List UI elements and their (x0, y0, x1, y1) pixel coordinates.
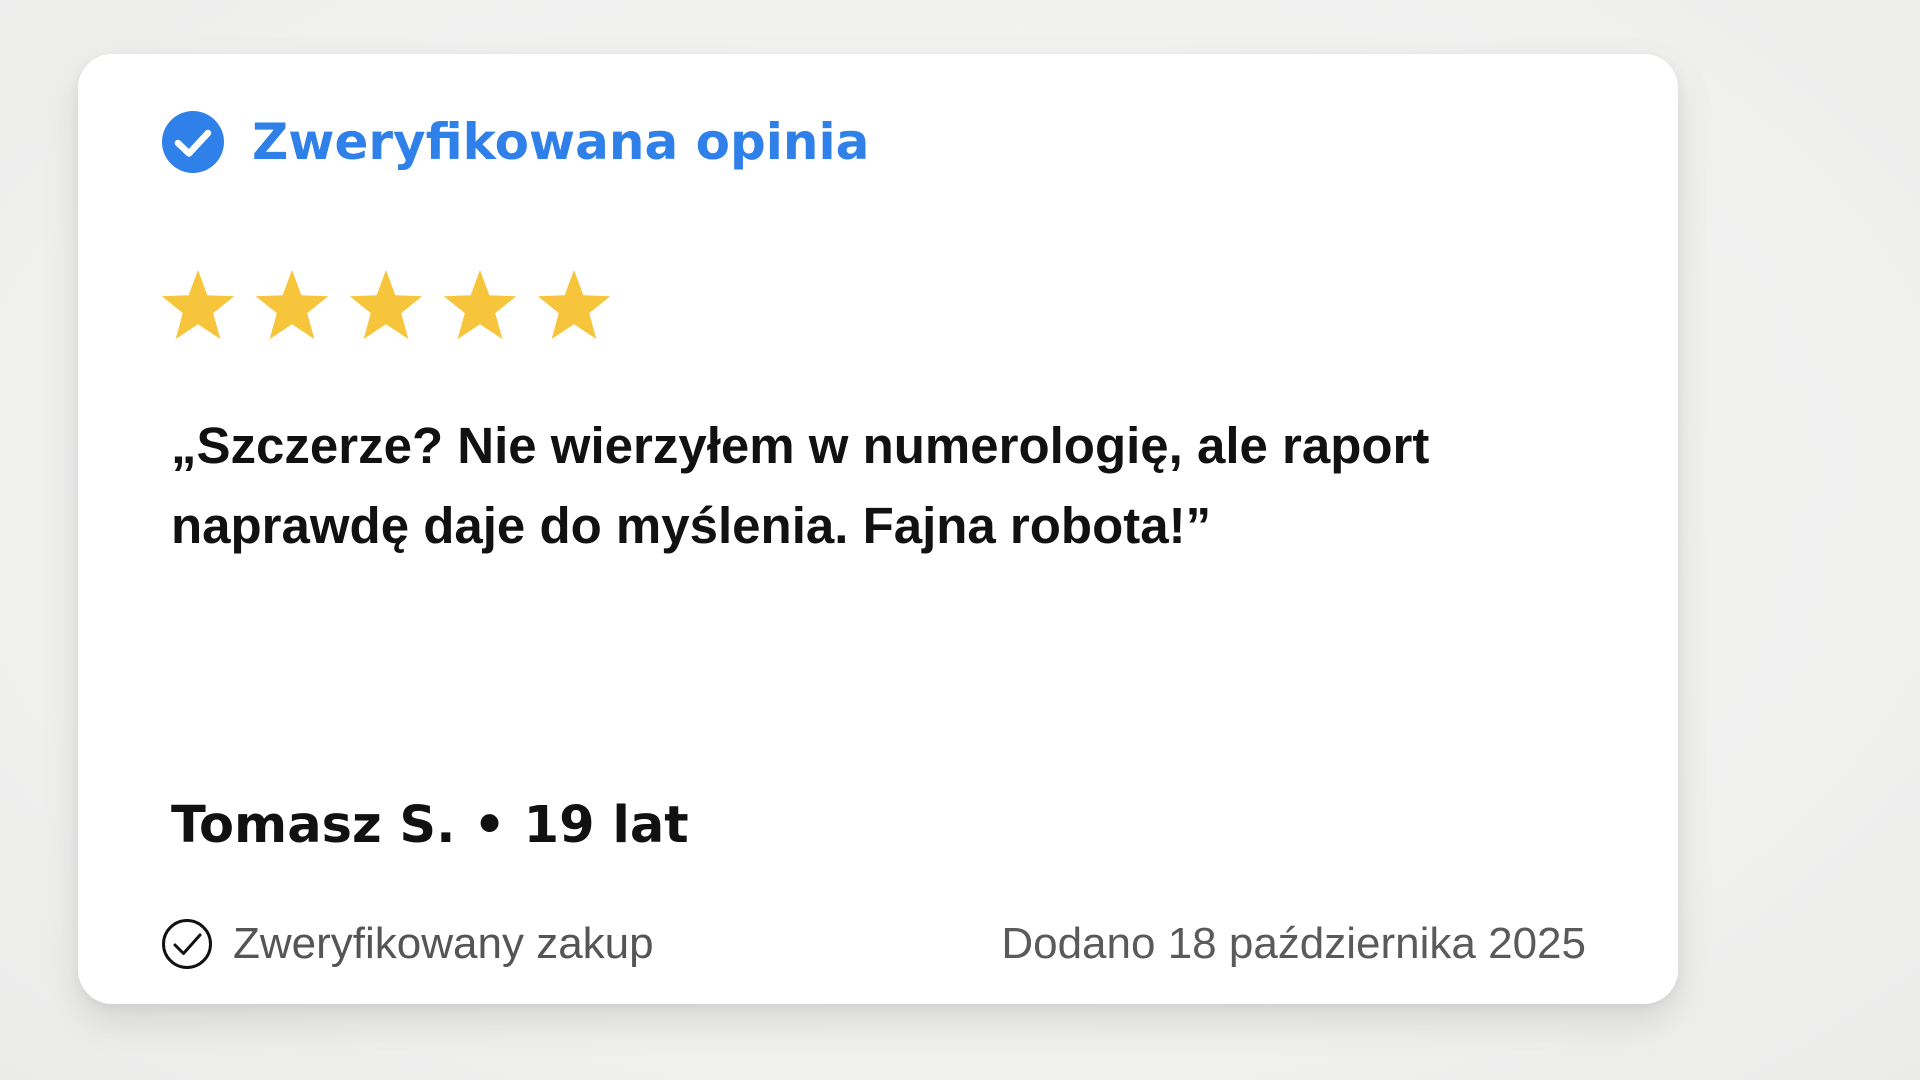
star-icon (443, 270, 517, 340)
verified-review-title: Zweryfikowana opinia (252, 113, 870, 171)
verified-purchase: Zweryfikowany zakup (161, 918, 654, 970)
page-background: Zweryfikowana opinia „Szczerze? Nie wier… (0, 0, 1920, 1080)
check-circle-outline-icon (162, 919, 212, 969)
star-icon (255, 270, 329, 340)
review-quote: „Szczerze? Nie wierzyłem w numerologię, … (171, 417, 1430, 554)
star-rating (158, 266, 614, 346)
verified-check-icon (162, 111, 224, 173)
review-footer: Zweryfikowany zakup Dodano 18 październi… (161, 914, 1586, 974)
review-author: Tomasz S. • 19 lat (171, 796, 689, 855)
review-card: Zweryfikowana opinia „Szczerze? Nie wier… (78, 54, 1678, 1004)
verified-purchase-label: Zweryfikowany zakup (233, 919, 654, 968)
star-icon (161, 270, 235, 340)
star-icon (349, 270, 423, 340)
review-date: Dodano 18 października 2025 (1001, 919, 1586, 968)
review-header: Zweryfikowana opinia (161, 106, 869, 178)
star-icon (537, 270, 611, 340)
